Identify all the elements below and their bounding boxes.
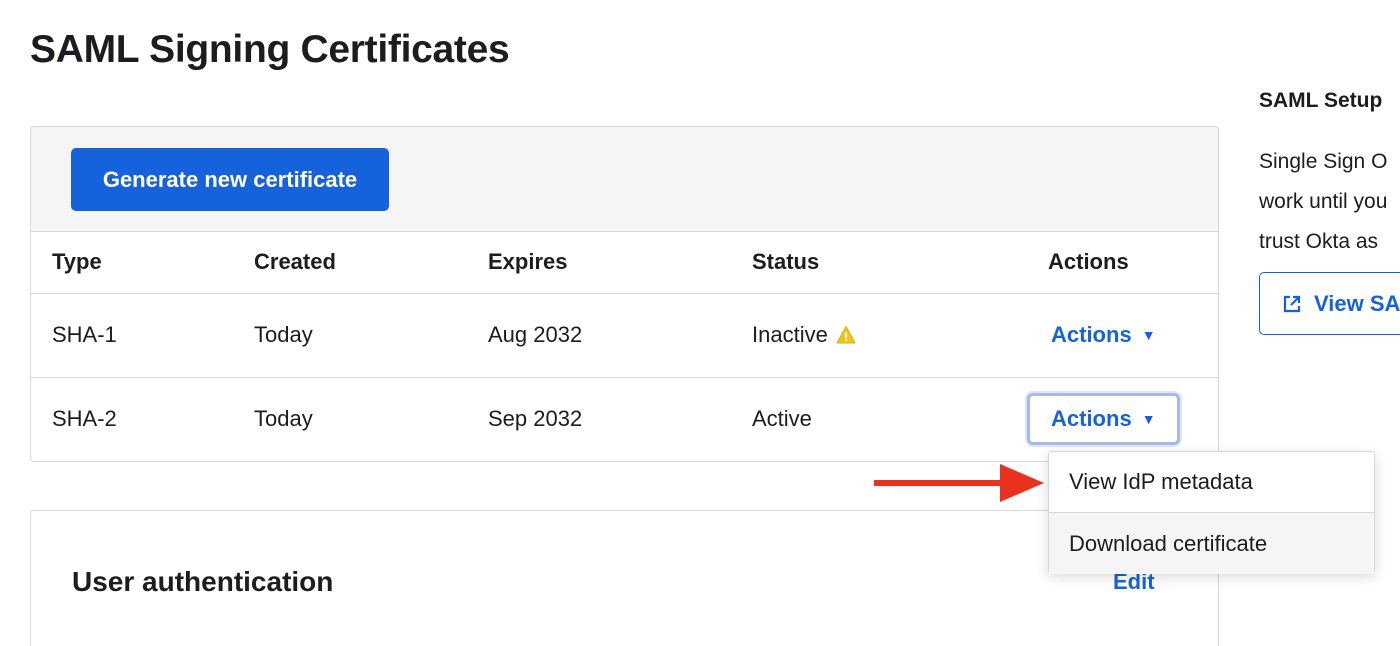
certificates-card: Generate new certificate Type Created Ex…	[30, 126, 1219, 462]
page-title: SAML Signing Certificates	[30, 28, 510, 71]
sidebar-line: work until you	[1259, 190, 1388, 213]
user-authentication-title: User authentication	[72, 566, 334, 597]
annotation-arrow-icon	[874, 464, 1044, 502]
table-row: SHA-2 Today Sep 2032 Active Actions ▼	[31, 377, 1218, 461]
status-inactive: Inactive	[752, 322, 856, 348]
generate-certificate-button[interactable]: Generate new certificate	[71, 148, 389, 211]
cell-actions: Actions ▼	[1027, 377, 1218, 461]
column-header-status: Status	[731, 232, 1027, 294]
actions-label: Actions	[1051, 406, 1132, 432]
cell-type: SHA-2	[52, 406, 117, 432]
column-header-expires: Expires	[467, 232, 731, 294]
column-header-type: Type	[31, 232, 233, 294]
menu-item-download-certificate[interactable]: Download certificate	[1049, 513, 1374, 574]
certificates-table: Type Created Expires Status Actions SHA-…	[31, 232, 1218, 461]
sidebar-line: Single Sign O	[1259, 150, 1388, 173]
view-saml-setup-button[interactable]: View SA	[1259, 272, 1400, 335]
table-header-row: Type Created Expires Status Actions	[31, 232, 1218, 294]
page: SAML Signing Certificates Generate new c…	[0, 0, 1400, 646]
cell-expires: Aug 2032	[467, 293, 731, 378]
actions-dropdown-button[interactable]: Actions ▼	[1027, 309, 1180, 361]
menu-item-view-idp-metadata[interactable]: View IdP metadata	[1049, 452, 1374, 513]
table-row: SHA-1 Today Aug 2032 Inactive Actions ▼	[31, 293, 1218, 378]
actions-dropdown-menu: View IdP metadata Download certificate	[1048, 451, 1375, 574]
cell-type: SHA-1	[31, 293, 233, 378]
certificates-toolbar: Generate new certificate	[31, 127, 1218, 232]
cell-created: Today	[254, 406, 313, 432]
cell-actions: Actions ▼	[1027, 293, 1218, 378]
actions-dropdown-button[interactable]: Actions ▼	[1027, 393, 1180, 446]
sidebar-line: trust Okta as	[1259, 230, 1379, 253]
sidebar-description: Single Sign O work until you trust Okta …	[1259, 142, 1387, 262]
external-link-icon	[1283, 295, 1301, 312]
caret-down-icon: ▼	[1141, 327, 1156, 343]
caret-down-icon: ▼	[1141, 411, 1156, 428]
status-label: Inactive	[752, 322, 828, 347]
warning-icon	[836, 326, 856, 344]
column-header-actions: Actions	[1027, 232, 1218, 294]
cell-status: Active	[752, 406, 812, 432]
user-authentication-card: User authentication Edit	[30, 510, 1219, 646]
view-saml-setup-label: View SA	[1314, 290, 1400, 316]
sidebar-heading: SAML Setup	[1259, 89, 1383, 112]
cell-expires: Sep 2032	[488, 406, 583, 432]
actions-label: Actions	[1051, 322, 1132, 347]
column-header-created: Created	[233, 232, 467, 294]
cell-created: Today	[233, 293, 467, 378]
cell-status: Inactive	[731, 293, 1027, 378]
